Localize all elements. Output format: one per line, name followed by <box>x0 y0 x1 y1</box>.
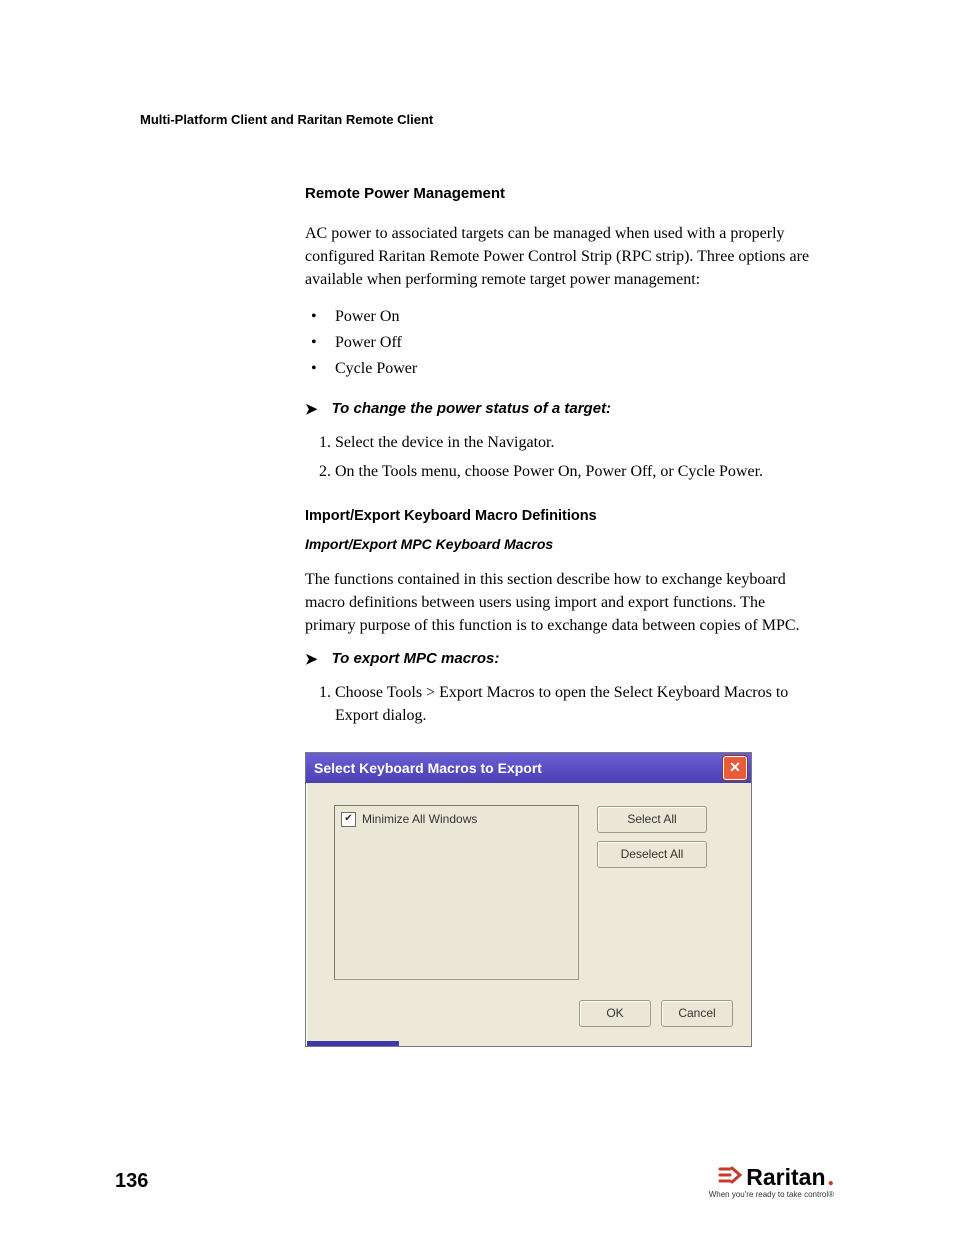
section-title-import-export: Import/Export Keyboard Macro Definitions <box>305 508 815 524</box>
chevron-right-icon: ➤ <box>305 400 318 418</box>
chevron-right-icon: ➤ <box>305 650 318 668</box>
procedure-heading-change-power: ➤ To change the power status of a target… <box>305 400 815 418</box>
cancel-button[interactable]: Cancel <box>661 1000 733 1027</box>
dialog-bottom-strip <box>307 1041 399 1046</box>
close-icon: ✕ <box>729 759 741 776</box>
brand-tagline: When you're ready to take control® <box>709 1190 834 1199</box>
bullet-power-off: Power Off <box>305 330 815 356</box>
brand-dot-icon: . <box>828 1167 835 1188</box>
doc-header: Multi-Platform Client and Raritan Remote… <box>140 112 840 127</box>
para-remote-power: AC power to associated targets can be ma… <box>305 222 815 292</box>
subsection-title-mpc-macros: Import/Export MPC Keyboard Macros <box>305 536 815 552</box>
select-all-button[interactable]: Select All <box>597 806 707 833</box>
close-button[interactable]: ✕ <box>723 756 747 780</box>
logo-icon <box>718 1165 744 1190</box>
step-1: Select the device in the Navigator. <box>335 428 815 457</box>
bullet-cycle-power: Cycle Power <box>305 356 815 382</box>
steps-export-macros: Choose Tools > Export Macros to open the… <box>305 678 815 730</box>
list-item-label: Minimize All Windows <box>362 812 477 826</box>
dialog-title: Select Keyboard Macros to Export <box>314 760 542 776</box>
list-item[interactable]: ✔ Minimize All Windows <box>341 812 572 827</box>
step-export-1: Choose Tools > Export Macros to open the… <box>335 678 815 730</box>
para-import-export: The functions contained in this section … <box>305 568 815 638</box>
ok-button[interactable]: OK <box>579 1000 651 1027</box>
dialog-select-keyboard-macros: Select Keyboard Macros to Export ✕ ✔ Min… <box>305 752 752 1047</box>
section-title-remote-power: Remote Power Management <box>305 185 815 202</box>
page-number: 136 <box>115 1170 148 1193</box>
steps-change-power: Select the device in the Navigator. On t… <box>305 428 815 486</box>
macro-list[interactable]: ✔ Minimize All Windows <box>334 805 579 980</box>
proc-title-change-power: To change the power status of a target: <box>332 400 611 417</box>
dialog-titlebar[interactable]: Select Keyboard Macros to Export ✕ <box>306 753 751 783</box>
procedure-heading-export-macros: ➤ To export MPC macros: <box>305 650 815 668</box>
step-2: On the Tools menu, choose Power On, Powe… <box>335 457 815 486</box>
bullet-power-on: Power On <box>305 304 815 330</box>
proc-title-export-macros: To export MPC macros: <box>332 650 500 667</box>
deselect-all-button[interactable]: Deselect All <box>597 841 707 868</box>
checkbox-icon[interactable]: ✔ <box>341 812 356 827</box>
brand-logo: Raritan . When you're ready to take cont… <box>709 1164 834 1199</box>
brand-name: Raritan <box>746 1164 825 1191</box>
power-options-list: Power On Power Off Cycle Power <box>305 304 815 382</box>
